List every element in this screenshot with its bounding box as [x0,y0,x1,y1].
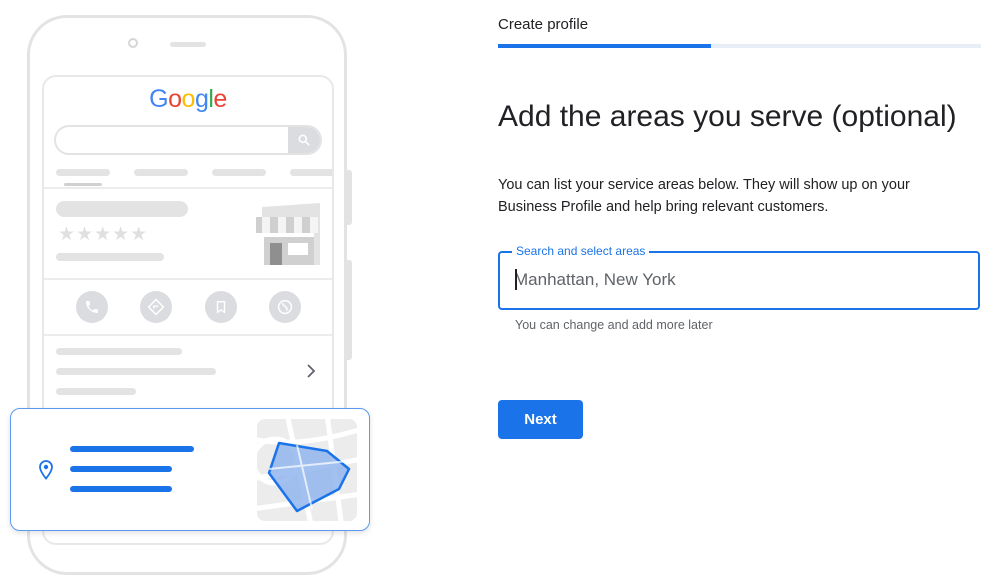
divider [44,278,332,280]
storefront-icon [256,203,320,270]
page-description: You can list your service areas below. T… [498,177,910,215]
mock-search-bar [54,125,322,155]
service-area-field[interactable]: Search and select areas [498,244,980,310]
service-area-card [10,408,370,531]
field-label: Search and select areas [512,244,650,258]
phone-side-button [347,170,352,225]
mock-text-line [56,368,216,375]
service-area-search-input[interactable] [514,267,954,293]
chevron-right-icon [306,361,316,384]
mock-business-name [56,201,188,217]
mock-tab [56,169,110,176]
divider [44,187,332,189]
bookmark-icon [205,291,237,323]
phone-icon [76,291,108,323]
phone-speaker [170,42,206,47]
mock-text-line [56,253,164,261]
mock-text-line [56,388,136,395]
progress-bar-fill [498,44,711,48]
google-logo: Google [149,85,227,113]
business-profile-illustration: Google ★★★★★ [0,0,380,575]
next-button[interactable]: Next [498,400,583,439]
divider [44,334,332,336]
directions-icon [140,291,172,323]
progress-bar [498,44,981,48]
page-title: Add the areas you serve (optional) [498,100,957,133]
mock-tab [290,169,332,176]
website-icon [269,291,301,323]
mock-tab-indicator [64,183,102,186]
text-caret [515,269,517,290]
location-pin-icon [39,460,53,485]
mock-tab [134,169,188,176]
step-title: Create profile [498,16,589,33]
phone-side-button [347,260,352,360]
search-icon [288,127,320,153]
service-area-map [257,419,357,521]
card-text-line [70,486,172,492]
card-text-line [70,466,172,472]
card-text-line [70,446,194,452]
mock-tab [212,169,266,176]
mock-text-line [56,348,182,355]
phone-camera [128,38,138,48]
helper-text: You can change and add more later [515,318,713,332]
rating-stars: ★★★★★ [58,224,149,245]
